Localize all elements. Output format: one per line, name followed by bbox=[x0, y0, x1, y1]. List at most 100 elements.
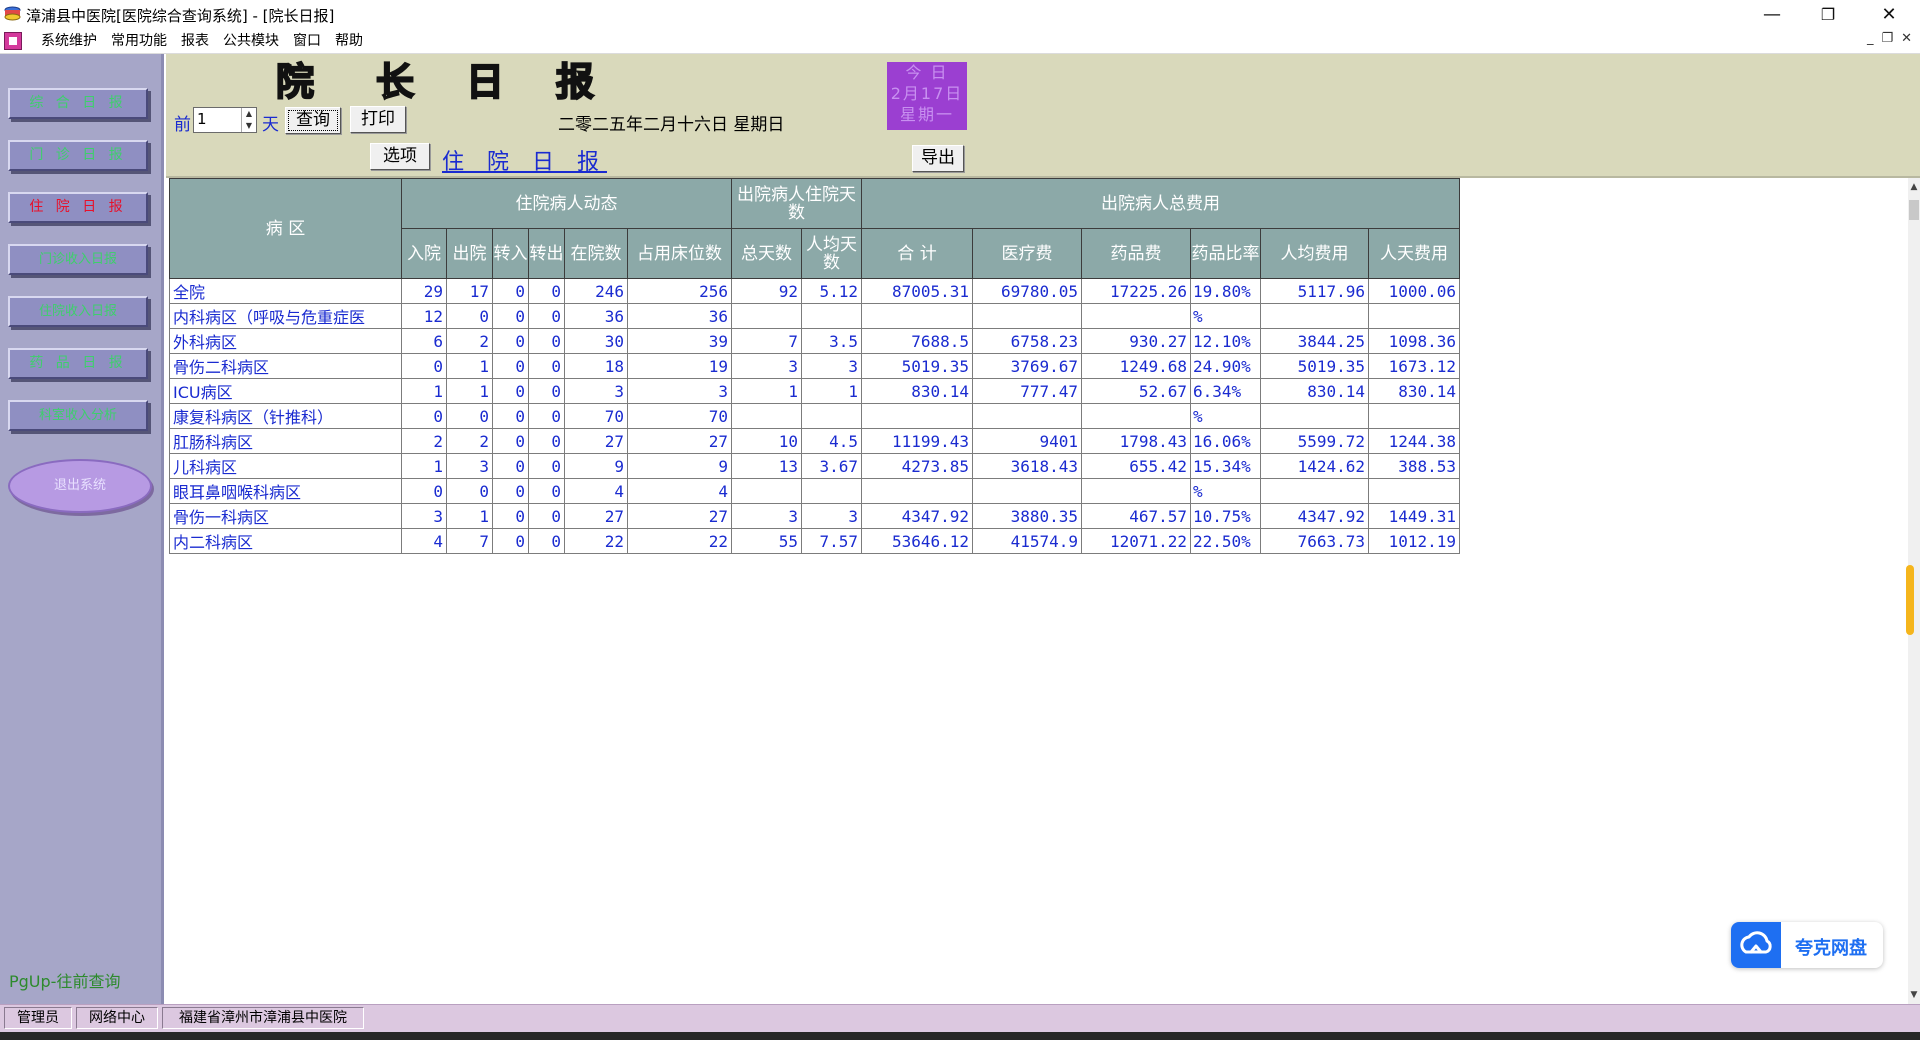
spinner-arrows-icon[interactable]: ▲ ▼ bbox=[241, 108, 256, 132]
cell-drug-ratio: 24.90% bbox=[1190, 353, 1261, 379]
export-button[interactable]: 导出 bbox=[912, 145, 964, 172]
cell-avg-days: 7.57 bbox=[801, 528, 862, 554]
menu-reports[interactable]: 报表 bbox=[174, 29, 216, 53]
menu-help[interactable]: 帮助 bbox=[328, 29, 370, 53]
header-per-day: 人天费用 bbox=[1368, 228, 1460, 279]
ward-name: 肛肠科病区 bbox=[169, 428, 402, 454]
days-spinner[interactable]: 1 ▲ ▼ bbox=[193, 107, 257, 133]
cell-transfer-out: 0 bbox=[528, 278, 565, 304]
cell-discharge: 2 bbox=[446, 428, 493, 454]
cell-transfer-in: 0 bbox=[492, 378, 529, 404]
cell-transfer-in: 0 bbox=[492, 278, 529, 304]
cell-avg-days: 4.5 bbox=[801, 428, 862, 454]
report-title-char-2: 长 bbox=[375, 59, 415, 105]
ward-name: 外科病区 bbox=[169, 328, 402, 354]
status-network-center: 网络中心 bbox=[76, 1007, 158, 1029]
cell-per-day bbox=[1368, 303, 1460, 329]
ward-name: 骨伤一科病区 bbox=[169, 503, 402, 529]
sidebar-comprehensive-report[interactable]: 综 合 日 报 bbox=[8, 88, 148, 119]
menu-window[interactable]: 窗口 bbox=[286, 29, 328, 53]
cell-total: 4347.92 bbox=[861, 503, 973, 529]
table-row[interactable]: 骨伤一科病区 3 1 0 0 27 27 3 3 4347.92 3880.35 467.57 10.7… bbox=[169, 503, 1460, 529]
cell-beds-occupied: 19 bbox=[627, 353, 732, 379]
menu-common[interactable]: 常用功能 bbox=[104, 29, 174, 53]
cell-admit: 0 bbox=[401, 478, 447, 504]
header-patient-dynamics: 住院病人动态 bbox=[401, 178, 732, 229]
table-row[interactable]: 外科病区 6 2 0 0 30 39 7 3.5 7688.5 6758.23 930.27 12.10… bbox=[169, 328, 1460, 354]
mdi-minimize-button[interactable]: _ bbox=[1867, 31, 1874, 46]
header-discharge-cost: 出院病人总费用 bbox=[861, 178, 1460, 229]
cell-total: 53646.12 bbox=[861, 528, 973, 554]
report-options-bar: 选项 住 院 日 报 导出 bbox=[166, 142, 1920, 178]
table-row[interactable]: 康复科病区（针推科） 0 0 0 0 70 70% bbox=[169, 403, 1460, 429]
scroll-down-arrow-icon[interactable]: ▼ bbox=[1908, 988, 1920, 1002]
scroll-thumb[interactable] bbox=[1909, 200, 1919, 220]
cloud-label: 夸克网盘 bbox=[1795, 938, 1867, 959]
cell-transfer-out: 0 bbox=[528, 403, 565, 429]
cell-transfer-in: 0 bbox=[492, 478, 529, 504]
minimize-button[interactable]: — bbox=[1744, 0, 1800, 29]
header-discharge: 出院 bbox=[446, 228, 493, 279]
cell-transfer-in: 0 bbox=[492, 303, 529, 329]
table-row[interactable]: 骨伤二科病区 0 1 0 0 18 19 3 3 5019.35 3769.67 1249.68 24.… bbox=[169, 353, 1460, 379]
cell-discharge: 0 bbox=[446, 303, 493, 329]
table-row[interactable]: 儿科病区 1 3 0 0 9 9 13 3.67 4273.85 3618.43 655.42 15.3… bbox=[169, 453, 1460, 479]
days-prefix-label: 前 bbox=[174, 115, 191, 135]
sidebar-dept-income-analysis[interactable]: 科室收入分析 bbox=[8, 400, 148, 431]
app-logo-icon[interactable] bbox=[4, 32, 22, 50]
header-avg-days: 人均天数 bbox=[801, 228, 862, 279]
table-row[interactable]: 内二科病区 4 7 0 0 22 22 55 7.57 53646.12 41574.9 12071.… bbox=[169, 528, 1460, 554]
cell-beds-occupied: 4 bbox=[627, 478, 732, 504]
report-name-link[interactable]: 住 院 日 报 bbox=[442, 144, 607, 176]
exit-system-button[interactable]: 退出系统 bbox=[8, 459, 152, 513]
sidebar-drug-report[interactable]: 药 品 日 报 bbox=[8, 348, 148, 379]
table-row[interactable]: 内科病区（呼吸与危重症医 12 0 0 0 36 36% bbox=[169, 303, 1460, 329]
cell-transfer-out: 0 bbox=[528, 378, 565, 404]
query-button[interactable]: 查询 bbox=[285, 107, 341, 134]
sidebar-inpatient-income-report[interactable]: 住院收入日报 bbox=[8, 296, 148, 327]
today-indicator[interactable]: 今 日 2月17日 星期一 bbox=[887, 62, 967, 130]
cell-per-capita: 4347.92 bbox=[1260, 503, 1369, 529]
cell-beds-occupied: 36 bbox=[627, 303, 732, 329]
cell-drug-ratio: % bbox=[1190, 303, 1261, 329]
cell-in-hospital: 9 bbox=[564, 453, 628, 479]
cell-per-capita: 3844.25 bbox=[1260, 328, 1369, 354]
print-button[interactable]: 打印 bbox=[350, 106, 406, 133]
ward-name: 内科病区（呼吸与危重症医 bbox=[169, 303, 402, 329]
cell-avg-days: 1 bbox=[801, 378, 862, 404]
table-row[interactable]: 全院 29 17 0 0 246 256 92 5.12 87005.31 69780.05 1722… bbox=[169, 278, 1460, 304]
sidebar-inpatient-report[interactable]: 住 院 日 报 bbox=[8, 192, 148, 223]
cell-medical-fee: 3618.43 bbox=[972, 453, 1082, 479]
cell-in-hospital: 246 bbox=[564, 278, 628, 304]
cell-transfer-out: 0 bbox=[528, 503, 565, 529]
cell-in-hospital: 4 bbox=[564, 478, 628, 504]
header-total: 合 计 bbox=[861, 228, 973, 279]
cell-drug-fee: 467.57 bbox=[1081, 503, 1191, 529]
mdi-restore-button[interactable]: ❐ bbox=[1881, 31, 1893, 46]
cell-drug-ratio: 19.80% bbox=[1190, 278, 1261, 304]
report-title-char-1: 院 bbox=[275, 59, 315, 105]
cell-admit: 29 bbox=[401, 278, 447, 304]
side-accent-handle[interactable] bbox=[1906, 565, 1914, 635]
scroll-up-arrow-icon[interactable]: ▲ bbox=[1908, 180, 1920, 194]
menu-system[interactable]: 系统维护 bbox=[34, 29, 104, 53]
cell-transfer-out: 0 bbox=[528, 528, 565, 554]
mdi-close-button[interactable]: ✕ bbox=[1901, 31, 1912, 46]
cell-admit: 12 bbox=[401, 303, 447, 329]
table-row[interactable]: 肛肠科病区 2 2 0 0 27 27 10 4.5 11199.43 9401 1798.43 16.… bbox=[169, 428, 1460, 454]
sidebar-outpatient-income-report[interactable]: 门诊收入日报 bbox=[8, 244, 148, 275]
cell-total-days bbox=[731, 478, 802, 504]
table-row[interactable]: ICU病区 1 1 0 0 3 3 1 1 830.14 777.47 52.67 6.34% 830.1… bbox=[169, 378, 1460, 404]
table-row[interactable]: 眼耳鼻咽喉科病区 0 0 0 0 4 4% bbox=[169, 478, 1460, 504]
ward-name: 全院 bbox=[169, 278, 402, 304]
cell-discharge: 7 bbox=[446, 528, 493, 554]
close-button[interactable]: ✕ bbox=[1861, 0, 1917, 29]
options-button[interactable]: 选项 bbox=[370, 143, 430, 170]
maximize-button[interactable]: ❐ bbox=[1800, 0, 1856, 29]
cell-transfer-in: 0 bbox=[492, 503, 529, 529]
menu-public[interactable]: 公共模块 bbox=[216, 29, 286, 53]
ward-name: 骨伤二科病区 bbox=[169, 353, 402, 379]
sidebar-outpatient-report[interactable]: 门 诊 日 报 bbox=[8, 140, 148, 171]
cell-drug-fee: 17225.26 bbox=[1081, 278, 1191, 304]
quark-cloud-widget[interactable]: 夸克网盘 bbox=[1731, 922, 1883, 968]
